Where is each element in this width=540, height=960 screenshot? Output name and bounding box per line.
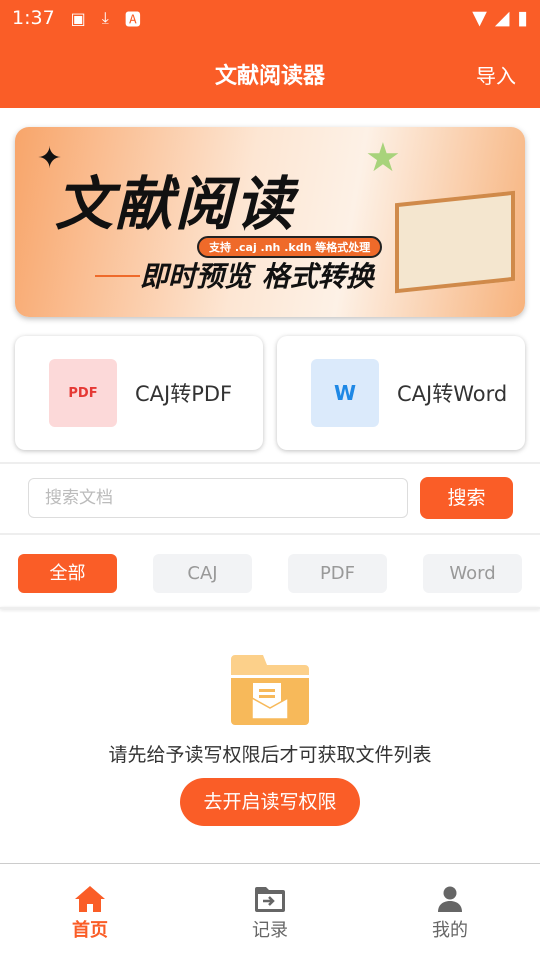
- search-input[interactable]: 搜索文档: [28, 478, 408, 518]
- empty-message: 请先给予读写权限后才可获取文件列表: [108, 744, 432, 766]
- caj-to-word-card[interactable]: W CAJ转Word: [277, 336, 525, 450]
- filter-all[interactable]: 全部: [18, 554, 117, 593]
- page-title: 文献阅读器: [214, 64, 325, 89]
- a-text-icon: 🅰: [124, 10, 141, 29]
- nav-records[interactable]: 记录: [180, 864, 360, 960]
- home-icon: [75, 886, 105, 912]
- divider: [0, 607, 540, 609]
- nav-mine[interactable]: 我的: [360, 864, 540, 960]
- battery-charging-icon: ▮: [517, 7, 528, 29]
- image-icon: ▣: [70, 8, 86, 28]
- card-label: CAJ转PDF: [135, 382, 233, 406]
- banner-title: 文献阅读: [55, 170, 296, 238]
- star-icon: ★: [365, 135, 401, 181]
- status-time: 1:37: [12, 7, 55, 29]
- signal-icon: ◢: [494, 7, 510, 29]
- divider: [0, 533, 540, 535]
- grant-permission-button[interactable]: 去开启读写权限: [180, 778, 360, 826]
- bottom-nav: 首页 记录 我的: [0, 863, 540, 960]
- filter-caj[interactable]: CAJ: [153, 554, 252, 593]
- person-icon: [438, 886, 462, 912]
- wifi-icon: ▼: [472, 7, 487, 29]
- caj-to-pdf-card[interactable]: PDF CAJ转PDF: [15, 336, 263, 450]
- nav-label: 我的: [432, 920, 468, 941]
- app-header: 1:37 ▣ ⤓ 🅰 ▼ ◢ ▮ 文献阅读器 导入: [0, 0, 540, 108]
- card-label: CAJ转Word: [397, 382, 508, 406]
- status-bar: 1:37 ▣ ⤓ 🅰 ▼ ◢ ▮: [0, 0, 540, 36]
- banner[interactable]: ✦ ★ 文献阅读 支持 .caj .nh .kdh 等格式处理 即时预览 格式转…: [15, 127, 525, 317]
- word-file-icon: W: [311, 359, 379, 427]
- search-button[interactable]: 搜索: [420, 477, 513, 519]
- filter-pdf[interactable]: PDF: [288, 554, 387, 593]
- folder-arrow-icon: [255, 887, 285, 912]
- nav-home[interactable]: 首页: [0, 864, 180, 960]
- banner-subtitle: 即时预览 格式转换: [140, 260, 374, 293]
- arrow-line: [95, 275, 140, 277]
- pdf-file-icon: PDF: [49, 359, 117, 427]
- import-button[interactable]: 导入: [476, 60, 516, 89]
- filter-word[interactable]: Word: [423, 554, 522, 593]
- book-illustration: [395, 190, 515, 294]
- filter-tabs: 全部 CAJ PDF Word: [18, 554, 522, 593]
- download-icon: ⤓: [101, 8, 109, 27]
- folder-icon: [231, 655, 309, 725]
- divider: [0, 462, 540, 464]
- nav-label: 首页: [72, 920, 108, 941]
- nav-label: 记录: [252, 920, 288, 941]
